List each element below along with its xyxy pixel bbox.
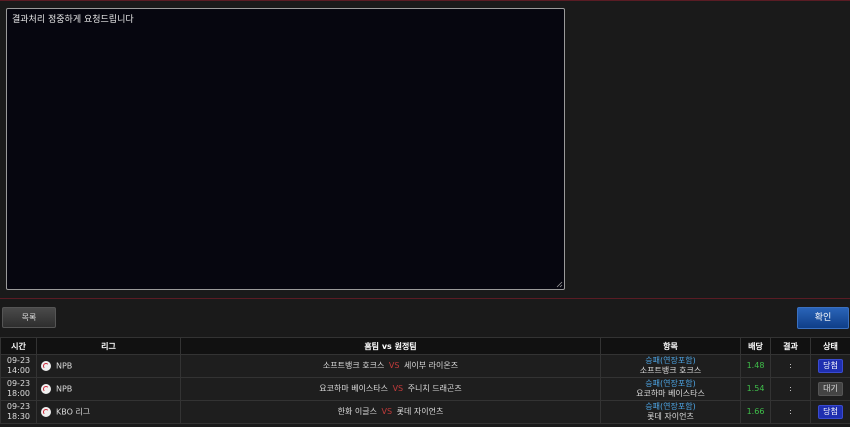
- date: 09-23: [6, 356, 31, 365]
- status-cell: 대기: [810, 377, 850, 401]
- table-row: 09-23 14:00 NPB 소프트뱅크 호크스 VS 세이부 라이온즈 승패(…: [0, 354, 850, 378]
- date: 09-23: [6, 402, 31, 411]
- time: 14:00: [6, 366, 31, 375]
- time: 18:30: [6, 412, 31, 421]
- baseball-icon: [41, 360, 51, 371]
- league-name: NPB: [56, 361, 73, 371]
- table-row: 09-23 18:30 KBO 리그 한화 이글스 VS 롯데 자이언츠 승패(연…: [0, 400, 850, 424]
- market-name: 승패(연장포함): [645, 356, 696, 365]
- league-name: KBO 리그: [56, 407, 91, 417]
- market-name: 승패(연장포함): [645, 402, 696, 411]
- list-button[interactable]: 목록: [2, 307, 56, 328]
- section-divider: [0, 298, 850, 299]
- time-cell: 09-23 18:00: [0, 377, 37, 401]
- market-cell: 승패(연장포함) 소프트뱅크 호크스: [600, 354, 741, 378]
- league-cell: KBO 리그: [36, 400, 181, 424]
- result-cell: :: [770, 400, 811, 424]
- result-cell: :: [770, 377, 811, 401]
- league-cell: NPB: [36, 354, 181, 378]
- market-name: 승패(연장포함): [645, 379, 696, 388]
- baseball-icon: [41, 406, 51, 417]
- confirm-button[interactable]: 확인: [797, 307, 849, 329]
- pick: 소프트뱅크 호크스: [639, 366, 702, 375]
- market-cell: 승패(연장포함) 요코하마 베이스타스: [600, 377, 741, 401]
- away-team: 세이부 라이온즈: [404, 361, 459, 370]
- table-header-row: 시간 리그 홈팀 vs 원정팀 항목 배당 결과 상태: [0, 337, 850, 355]
- home-team: 소프트뱅크 호크스: [322, 361, 385, 370]
- time-cell: 09-23 18:30: [0, 400, 37, 424]
- teams-cell: 소프트뱅크 호크스 VS 세이부 라이온즈: [180, 354, 601, 378]
- memo-box: 결과처리 정중하게 요청드립니다: [6, 8, 565, 290]
- vs-label: VS: [388, 361, 400, 370]
- away-team: 롯데 자이언츠: [396, 407, 444, 416]
- league-cell: NPB: [36, 377, 181, 401]
- memo-textarea[interactable]: 결과처리 정중하게 요청드립니다: [7, 9, 564, 289]
- result-cell: :: [770, 354, 811, 378]
- status-cell: 당첨: [810, 354, 850, 378]
- header-odds: 배당: [740, 337, 771, 355]
- status-badge: 당첨: [818, 359, 843, 373]
- odds-cell: 1.66: [740, 400, 771, 424]
- resize-grip-icon[interactable]: [556, 281, 563, 288]
- league-name: NPB: [56, 384, 73, 394]
- vs-label: VS: [381, 407, 393, 416]
- market-cell: 승패(연장포함) 롯데 자이언츠: [600, 400, 741, 424]
- away-team: 주니치 드래곤즈: [407, 384, 462, 393]
- bet-table: 시간 리그 홈팀 vs 원정팀 항목 배당 결과 상태 09-23 14:00 N…: [0, 337, 850, 424]
- home-team: 요코하마 베이스타스: [319, 384, 389, 393]
- teams-cell: 요코하마 베이스타스 VS 주니치 드래곤즈: [180, 377, 601, 401]
- pick: 롯데 자이언츠: [647, 412, 694, 421]
- header-time: 시간: [0, 337, 37, 355]
- date: 09-23: [6, 379, 31, 388]
- home-team: 한화 이글스: [337, 407, 377, 416]
- header-market: 항목: [600, 337, 741, 355]
- status-cell: 당첨: [810, 400, 850, 424]
- time: 18:00: [6, 389, 31, 398]
- table-row: 09-23 18:00 NPB 요코하마 베이스타스 VS 주니치 드래곤즈 승패…: [0, 377, 850, 401]
- teams-cell: 한화 이글스 VS 롯데 자이언츠: [180, 400, 601, 424]
- odds-cell: 1.48: [740, 354, 771, 378]
- baseball-icon: [41, 383, 51, 394]
- status-badge: 당첨: [818, 405, 843, 419]
- vs-label: VS: [392, 384, 404, 393]
- odds-cell: 1.54: [740, 377, 771, 401]
- pick: 요코하마 베이스타스: [636, 389, 705, 398]
- status-badge: 대기: [818, 382, 843, 396]
- header-teams: 홈팀 vs 원정팀: [180, 337, 601, 355]
- top-divider: [0, 0, 850, 1]
- header-status: 상태: [810, 337, 850, 355]
- header-result: 결과: [770, 337, 811, 355]
- time-cell: 09-23 14:00: [0, 354, 37, 378]
- header-league: 리그: [36, 337, 181, 355]
